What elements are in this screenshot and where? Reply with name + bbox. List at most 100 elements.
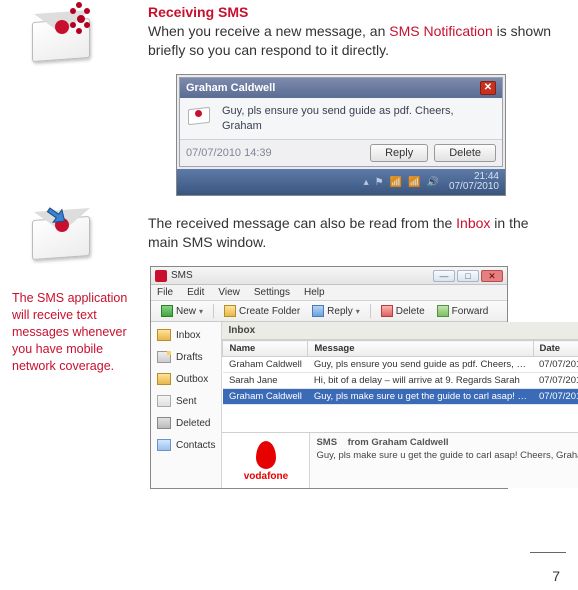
- preview-from-label: from: [348, 437, 369, 448]
- new-button[interactable]: New▾: [157, 304, 207, 318]
- col-date[interactable]: Date: [533, 341, 578, 357]
- maximize-button[interactable]: □: [457, 270, 479, 282]
- sms-notification-figure: Graham Caldwell ✕ Guy, pls ensure you se…: [176, 74, 506, 197]
- sidebar-item-contacts[interactable]: Contacts: [153, 436, 219, 454]
- preview-pane: SMS from Graham Caldwell Guy, pls make s…: [310, 433, 578, 488]
- sms-sidebar: Inbox Drafts Outbox Sent Deleted Contact…: [151, 322, 222, 488]
- table-row[interactable]: Graham Caldwell Guy, pls ensure you send…: [223, 357, 578, 373]
- delete-label: Delete: [396, 306, 425, 317]
- notification-timestamp: 07/07/2010 14:39: [186, 147, 364, 159]
- new-label: New: [176, 306, 196, 317]
- tray-icons: ▴ ⚑ 📶 📶 🔊: [364, 177, 439, 188]
- menu-view[interactable]: View: [218, 287, 240, 298]
- col-message[interactable]: Message: [308, 341, 533, 357]
- chevron-up-icon[interactable]: ▴: [364, 177, 369, 188]
- sent-icon: [157, 395, 171, 407]
- inbox-link: Inbox: [456, 215, 490, 231]
- reply-icon: [312, 305, 324, 317]
- sidebar-item-sent[interactable]: Sent: [153, 392, 219, 410]
- col-name[interactable]: Name: [223, 341, 308, 357]
- create-folder-button[interactable]: Create Folder: [220, 304, 304, 318]
- sms-notification-link: SMS Notification: [389, 23, 492, 39]
- cell-name: Graham Caldwell: [223, 389, 308, 405]
- signal-icon-2[interactable]: 📶: [408, 177, 420, 188]
- menu-settings[interactable]: Settings: [254, 287, 290, 298]
- sidebar-label: Inbox: [176, 330, 200, 341]
- signal-icon[interactable]: 📶: [390, 177, 402, 188]
- flag-icon[interactable]: ⚑: [375, 177, 384, 188]
- table-row-selected[interactable]: Graham Caldwell Guy, pls make sure u get…: [223, 389, 578, 405]
- toolbar: New▾ Create Folder Reply▾ Delete Forward: [151, 301, 507, 322]
- sidebar-item-inbox[interactable]: Inbox: [153, 326, 219, 344]
- cell-message: Guy, pls make sure u get the guide to ca…: [308, 389, 533, 405]
- menubar: File Edit View Settings Help: [151, 285, 507, 301]
- inbox-sms-icon: [24, 204, 96, 262]
- table-header-row: Name Message Date: [223, 341, 578, 357]
- cell-name: Graham Caldwell: [223, 357, 308, 373]
- page-number: 7: [552, 568, 560, 584]
- deleted-icon: [157, 417, 171, 429]
- chevron-down-icon[interactable]: ▾: [356, 307, 360, 316]
- close-icon[interactable]: ✕: [480, 81, 496, 95]
- forward-button[interactable]: Forward: [433, 304, 493, 318]
- close-button[interactable]: ✕: [481, 270, 503, 282]
- app-icon: [155, 270, 167, 282]
- cell-message: Hi, bit of a delay – will arrive at 9. R…: [308, 373, 533, 389]
- sidebar-note: The SMS application will receive text me…: [12, 290, 140, 374]
- preview-label: SMS: [316, 437, 337, 448]
- forward-icon: [437, 305, 449, 317]
- section-heading: Receiving SMS: [148, 4, 562, 20]
- delete-button[interactable]: Delete: [377, 304, 429, 318]
- sidebar-label: Sent: [176, 396, 197, 407]
- cell-date: 07/07/2010 14:39: [533, 357, 578, 373]
- cell-date: 07/07/2010 14:25: [533, 389, 578, 405]
- sidebar-label: Drafts: [176, 352, 203, 363]
- envelope-icon: [186, 104, 214, 126]
- drafts-icon: [157, 351, 171, 363]
- menu-edit[interactable]: Edit: [187, 287, 204, 298]
- cell-date: 07/07/2010 14:36: [533, 373, 578, 389]
- sidebar-item-drafts[interactable]: Drafts: [153, 348, 219, 366]
- sms-window-figure: SMS — □ ✕ File Edit View Settings Help N…: [150, 266, 508, 489]
- clock-date: 07/07/2010: [449, 182, 499, 193]
- inbox-heading: Inbox: [222, 322, 578, 340]
- vodafone-logo-icon: [256, 441, 276, 469]
- inbox-icon: [157, 329, 171, 341]
- mid-text: The received message can also be read fr…: [148, 214, 562, 252]
- reply-label: Reply: [327, 306, 353, 317]
- taskbar-clock[interactable]: 21:44 07/07/2010: [449, 172, 499, 193]
- reply-button[interactable]: Reply: [370, 144, 428, 162]
- sidebar-item-deleted[interactable]: Deleted: [153, 414, 219, 432]
- cell-name: Sarah Jane: [223, 373, 308, 389]
- menu-file[interactable]: File: [157, 287, 173, 298]
- reply-button[interactable]: Reply▾: [308, 304, 364, 318]
- preview-body: Guy, pls make sure u get the guide to ca…: [316, 450, 578, 461]
- cell-message: Guy, pls ensure you send guide as pdf. C…: [308, 357, 533, 373]
- sidebar-label: Outbox: [176, 374, 208, 385]
- mid-before: The received message can also be read fr…: [148, 215, 456, 231]
- brand-block: vodafone: [222, 433, 310, 488]
- sidebar-label: Deleted: [176, 418, 210, 429]
- create-folder-label: Create Folder: [239, 306, 300, 317]
- sidebar-item-outbox[interactable]: Outbox: [153, 370, 219, 388]
- preview-from: Graham Caldwell: [371, 437, 448, 448]
- new-icon: [161, 305, 173, 317]
- minimize-button[interactable]: —: [433, 270, 455, 282]
- volume-icon[interactable]: 🔊: [426, 177, 438, 188]
- taskbar: ▴ ⚑ 📶 📶 🔊 21:44 07/07/2010: [177, 169, 505, 195]
- intro-text: When you receive a new message, an SMS N…: [148, 22, 562, 60]
- delete-button[interactable]: Delete: [434, 144, 496, 162]
- message-list: Name Message Date Graham Caldwell Guy, p…: [222, 340, 578, 432]
- contacts-icon: [157, 439, 171, 451]
- forward-label: Forward: [452, 306, 489, 317]
- notification-message: Guy, pls ensure you send guide as pdf. C…: [222, 104, 492, 134]
- brand-text: vodafone: [244, 471, 288, 482]
- window-title: SMS: [171, 270, 193, 281]
- titlebar: SMS — □ ✕: [151, 267, 507, 285]
- chevron-down-icon[interactable]: ▾: [199, 307, 203, 316]
- delete-icon: [381, 305, 393, 317]
- table-row[interactable]: Sarah Jane Hi, bit of a delay – will arr…: [223, 373, 578, 389]
- outbox-icon: [157, 373, 171, 385]
- menu-help[interactable]: Help: [304, 287, 325, 298]
- notification-sender: Graham Caldwell: [186, 82, 275, 94]
